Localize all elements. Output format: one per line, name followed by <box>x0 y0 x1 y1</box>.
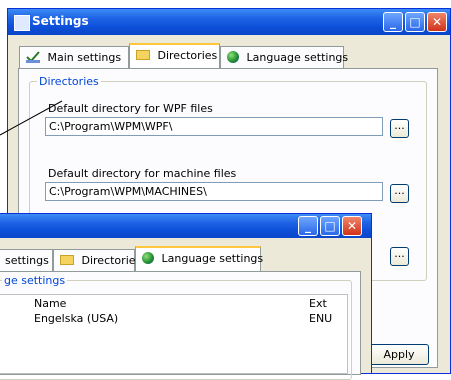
maximize-icon: □ <box>324 219 336 233</box>
tab-main-settings-partial[interactable]: settings <box>0 249 53 271</box>
tab-language-settings-2[interactable]: Language settings <box>135 246 264 271</box>
globe-icon <box>142 252 154 264</box>
language-minimize-button[interactable]: _ <box>298 216 318 236</box>
language-titlebar[interactable]: _ □ ✕ <box>0 214 371 238</box>
language-window: _ □ ✕ settings Directories Language sett… <box>0 213 372 380</box>
minimize-icon: _ <box>305 219 311 233</box>
language-ext: ENU <box>309 312 333 325</box>
language-maximize-button[interactable]: □ <box>320 216 340 236</box>
column-header-ext[interactable]: Ext <box>309 297 327 310</box>
list-item[interactable]: Engelska (USA) ENU <box>0 311 347 327</box>
column-header-name[interactable]: Name <box>34 297 66 310</box>
tab-main-settings-partial-label: settings <box>5 254 49 267</box>
tab-language-settings-2-label: Language settings <box>161 252 264 265</box>
language-list[interactable]: Name Ext Engelska (USA) ENU <box>0 294 348 374</box>
close-icon: ✕ <box>346 219 358 233</box>
language-close-button[interactable]: ✕ <box>342 216 362 236</box>
tab-directories-2-label: Directories <box>81 254 142 267</box>
language-group-title: ge settings <box>2 274 68 287</box>
language-name: Engelska (USA) <box>34 312 119 325</box>
tab-directories-2[interactable]: Directories <box>53 249 141 271</box>
folder-icon <box>60 255 74 265</box>
language-panel: ge settings Name Ext Engelska (USA) ENU <box>0 271 361 380</box>
